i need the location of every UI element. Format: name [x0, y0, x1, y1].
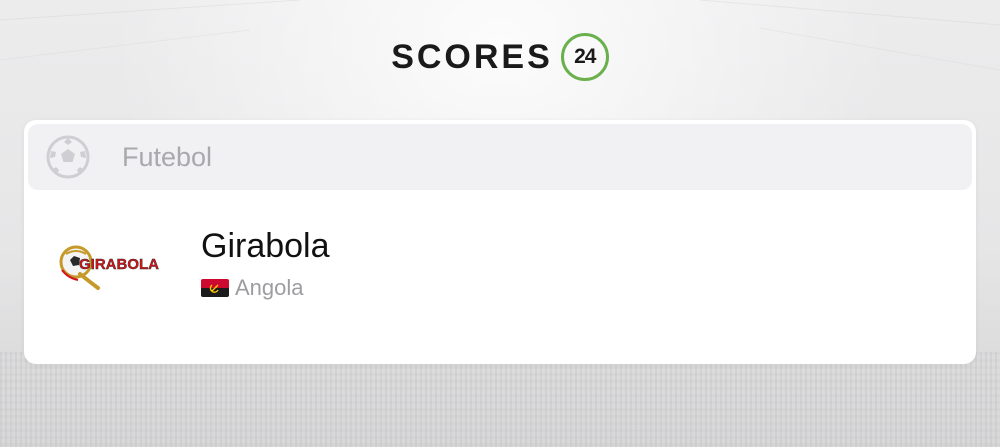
crowd-texture — [0, 352, 1000, 447]
league-country: Angola — [201, 275, 330, 301]
country-name: Angola — [235, 275, 304, 301]
logo-badge: 24 — [560, 33, 609, 81]
girabola-logo: GIRABOLA — [54, 230, 176, 292]
angola-flag-icon — [201, 279, 229, 298]
league-card: Futebol GIRABOLA Girabola Angola — [24, 120, 976, 364]
scores24-logo[interactable]: SCORES 24 — [0, 33, 1000, 81]
soccer-ball-icon — [46, 135, 90, 179]
girabola-logo-text: GIRABOLA — [79, 256, 159, 273]
sport-header[interactable]: Futebol — [28, 124, 972, 190]
league-list-item[interactable]: GIRABOLA Girabola Angola — [24, 210, 976, 330]
sport-label: Futebol — [122, 141, 213, 172]
league-name[interactable]: Girabola — [201, 227, 330, 265]
logo-wordmark: SCORES — [391, 38, 553, 76]
league-info: Girabola Angola — [201, 227, 330, 301]
